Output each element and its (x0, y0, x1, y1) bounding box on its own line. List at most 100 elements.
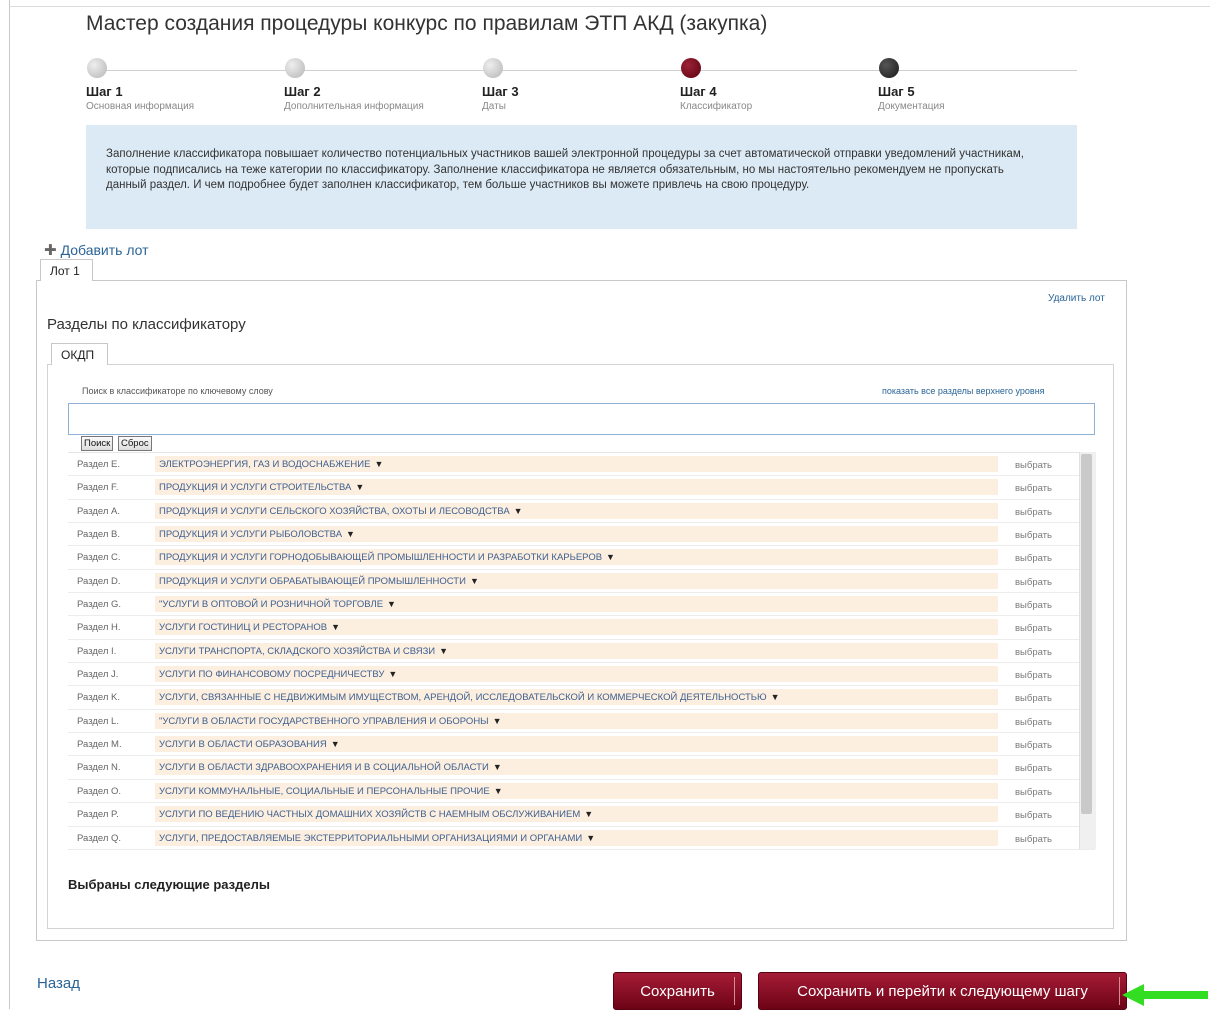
caret-down-icon[interactable]: ▼ (606, 552, 615, 562)
section-code: Раздел C. (77, 552, 121, 564)
step-title: Шаг 4 (680, 84, 717, 99)
step-indicator-done (285, 58, 305, 78)
section-name[interactable]: УСЛУГИ ПО ВЕДЕНИЮ ЧАСТНЫХ ДОМАШНИХ ХОЗЯЙ… (155, 806, 998, 823)
section-code: Раздел H. (77, 622, 121, 634)
select-section-link[interactable]: выбрать (1015, 507, 1052, 518)
select-section-link[interactable]: выбрать (1015, 693, 1052, 704)
step-3[interactable]: Шаг 3 Даты (482, 58, 672, 112)
section-name[interactable]: ПРОДУКЦИЯ И УСЛУГИ ОБРАБАТЫВАЮЩЕЙ ПРОМЫШ… (155, 572, 998, 589)
section-name[interactable]: "УСЛУГИ В ОПТОВОЙ И РОЗНИЧНОЙ ТОРГОВЛЕ ▼ (155, 596, 998, 613)
section-code: Раздел P. (77, 809, 119, 821)
table-row: Раздел L. "УСЛУГИ В ОБЛАСТИ ГОСУДАРСТВЕНН… (68, 710, 1095, 734)
section-name[interactable]: УСЛУГИ КОММУНАЛЬНЫЕ, СОЦИАЛЬНЫЕ И ПЕРСОН… (155, 782, 998, 799)
section-name[interactable]: УСЛУГИ ТРАНСПОРТА, СКЛАДСКОГО ХОЗЯЙСТВА … (155, 642, 998, 659)
save-next-button[interactable]: Сохранить и перейти к следующему шагу (758, 972, 1127, 1010)
section-code: Раздел G. (77, 599, 122, 611)
caret-down-icon[interactable]: ▼ (387, 599, 396, 609)
selected-sections-title: Выбраны следующие разделы (68, 877, 270, 892)
step-4[interactable]: Шаг 4 Классификатор (680, 58, 870, 112)
caret-down-icon[interactable]: ▼ (470, 576, 479, 586)
green-arrow-icon (1122, 984, 1208, 1006)
select-section-link[interactable]: выбрать (1015, 577, 1052, 588)
section-code: Раздел F. (77, 482, 119, 494)
scrollbar-thumb[interactable] (1081, 454, 1092, 814)
search-button[interactable]: Поиск (81, 436, 114, 451)
table-row: Раздел F. ПРОДУКЦИЯ И УСЛУГИ СТРОИТЕЛЬСТВ… (68, 476, 1095, 500)
table-row: Раздел J. УСЛУГИ ПО ФИНАНСОВОМУ ПОСРЕДНИЧ… (68, 663, 1095, 687)
caret-down-icon[interactable]: ▼ (388, 669, 397, 679)
section-name[interactable]: УСЛУГИ ГОСТИНИЦ И РЕСТОРАНОВ ▼ (155, 619, 998, 636)
caret-down-icon[interactable]: ▼ (331, 622, 340, 632)
select-section-link[interactable]: выбрать (1015, 740, 1052, 751)
select-section-link[interactable]: выбрать (1015, 483, 1052, 494)
select-section-link[interactable]: выбрать (1015, 834, 1052, 845)
caret-down-icon[interactable]: ▼ (493, 762, 502, 772)
step-subtitle: Основная информация (86, 101, 195, 112)
caret-down-icon[interactable]: ▼ (494, 786, 503, 796)
section-name-label: УСЛУГИ КОММУНАЛЬНЫЕ, СОЦИАЛЬНЫЕ И ПЕРСОН… (159, 785, 490, 797)
caret-down-icon[interactable]: ▼ (514, 506, 523, 516)
section-name[interactable]: УСЛУГИ, СВЯЗАННЫЕ С НЕДВИЖИМЫМ ИМУЩЕСТВО… (155, 689, 998, 706)
section-code: Раздел L. (77, 715, 119, 727)
plus-icon: ✚ (44, 242, 57, 259)
select-section-link[interactable]: выбрать (1015, 623, 1052, 634)
save-button[interactable]: Сохранить (613, 972, 742, 1010)
section-name-label: УСЛУГИ ПО ФИНАНСОВОМУ ПОСРЕДНИЧЕСТВУ (159, 669, 385, 681)
section-name[interactable]: УСЛУГИ ПО ФИНАНСОВОМУ ПОСРЕДНИЧЕСТВУ ▼ (155, 666, 998, 683)
select-section-link[interactable]: выбрать (1015, 647, 1052, 658)
add-lot-link[interactable]: ✚ Добавить лот (44, 241, 149, 259)
select-section-link[interactable]: выбрать (1015, 763, 1052, 774)
select-section-link[interactable]: выбрать (1015, 600, 1052, 611)
section-code: Раздел D. (77, 575, 121, 587)
select-section-link[interactable]: выбрать (1015, 717, 1052, 728)
section-name-label: "УСЛУГИ В ОПТОВОЙ И РОЗНИЧНОЙ ТОРГОВЛЕ (159, 599, 384, 611)
caret-down-icon[interactable]: ▼ (331, 739, 340, 749)
section-name[interactable]: ПРОДУКЦИЯ И УСЛУГИ СТРОИТЕЛЬСТВА ▼ (155, 479, 998, 496)
table-row: Раздел P. УСЛУГИ ПО ВЕДЕНИЮ ЧАСТНЫХ ДОМАШ… (68, 803, 1095, 827)
section-name-label: УСЛУГИ ТРАНСПОРТА, СКЛАДСКОГО ХОЗЯЙСТВА … (159, 645, 436, 657)
caret-down-icon[interactable]: ▼ (771, 692, 780, 702)
section-name[interactable]: УСЛУГИ В ОБЛАСТИ ЗДРАВООХРАНЕНИЯ И В СОЦ… (155, 759, 998, 776)
select-section-link[interactable]: выбрать (1015, 787, 1052, 798)
section-name[interactable]: "УСЛУГИ В ОБЛАСТИ ГОСУДАРСТВЕННОГО УПРАВ… (155, 712, 998, 729)
caret-down-icon[interactable]: ▼ (493, 716, 502, 726)
page-frame-left (9, 0, 10, 1009)
caret-down-icon[interactable]: ▼ (346, 529, 355, 539)
search-input[interactable] (68, 403, 1095, 435)
section-name[interactable]: УСЛУГИ В ОБЛАСТИ ОБРАЗОВАНИЯ ▼ (155, 736, 998, 753)
delete-lot-link[interactable]: Удалить лот (1048, 293, 1105, 304)
section-name[interactable]: ЭЛЕКТРОЭНЕРГИЯ, ГАЗ И ВОДОСНАБЖЕНИЕ ▼ (155, 456, 998, 472)
caret-down-icon[interactable]: ▼ (586, 833, 595, 843)
section-name[interactable]: УСЛУГИ, ПРЕДОСТАВЛЯЕМЫЕ ЭКСТЕРРИТОРИАЛЬН… (155, 829, 998, 846)
caret-down-icon[interactable]: ▼ (584, 809, 593, 819)
section-name-label: ЭЛЕКТРОЭНЕРГИЯ, ГАЗ И ВОДОСНАБЖЕНИЕ (159, 459, 371, 470)
section-code: Раздел Q. (77, 832, 122, 844)
step-1[interactable]: Шаг 1 Основная информация (86, 58, 276, 112)
select-section-link[interactable]: выбрать (1015, 460, 1052, 471)
select-section-link[interactable]: выбрать (1015, 670, 1052, 681)
section-name[interactable]: ПРОДУКЦИЯ И УСЛУГИ РЫБОЛОВСТВА ▼ (155, 526, 998, 543)
sections-title: Разделы по классификатору (47, 316, 246, 333)
section-code: Раздел I. (77, 645, 117, 657)
reset-button[interactable]: Сброс (118, 436, 152, 451)
step-2[interactable]: Шаг 2 Дополнительная информация (284, 58, 474, 112)
table-row: Раздел Q. УСЛУГИ, ПРЕДОСТАВЛЯЕМЫЕ ЭКСТЕРР… (68, 827, 1095, 850)
select-section-link[interactable]: выбрать (1015, 553, 1052, 564)
section-name[interactable]: ПРОДУКЦИЯ И УСЛУГИ ГОРНОДОБЫВАЮЩЕЙ ПРОМЫ… (155, 549, 998, 566)
step-5[interactable]: Шаг 5 Документация (878, 58, 1068, 112)
caret-down-icon[interactable]: ▼ (374, 459, 383, 469)
select-section-link[interactable]: выбрать (1015, 530, 1052, 541)
section-name[interactable]: ПРОДУКЦИЯ И УСЛУГИ СЕЛЬСКОГО ХОЗЯЙСТВА, … (155, 502, 998, 519)
show-top-level-link[interactable]: показать все разделы верхнего уровня (882, 386, 1045, 396)
section-name-label: ПРОДУКЦИЯ И УСЛУГИ СЕЛЬСКОГО ХОЗЯЙСТВА, … (159, 505, 510, 517)
caret-down-icon[interactable]: ▼ (355, 482, 364, 492)
tab-okdp[interactable]: ОКДП (51, 343, 108, 365)
select-section-link[interactable]: выбрать (1015, 810, 1052, 821)
table-row: Раздел D. ПРОДУКЦИЯ И УСЛУГИ ОБРАБАТЫВАЮЩ… (68, 570, 1095, 594)
tab-lot-1[interactable]: Лот 1 (40, 259, 93, 281)
back-link[interactable]: Назад (37, 975, 80, 992)
step-title: Шаг 1 (86, 84, 123, 99)
section-name-label: УСЛУГИ В ОБЛАСТИ ОБРАЗОВАНИЯ (159, 739, 327, 751)
step-indicator-done (483, 58, 503, 78)
caret-down-icon[interactable]: ▼ (439, 646, 448, 656)
